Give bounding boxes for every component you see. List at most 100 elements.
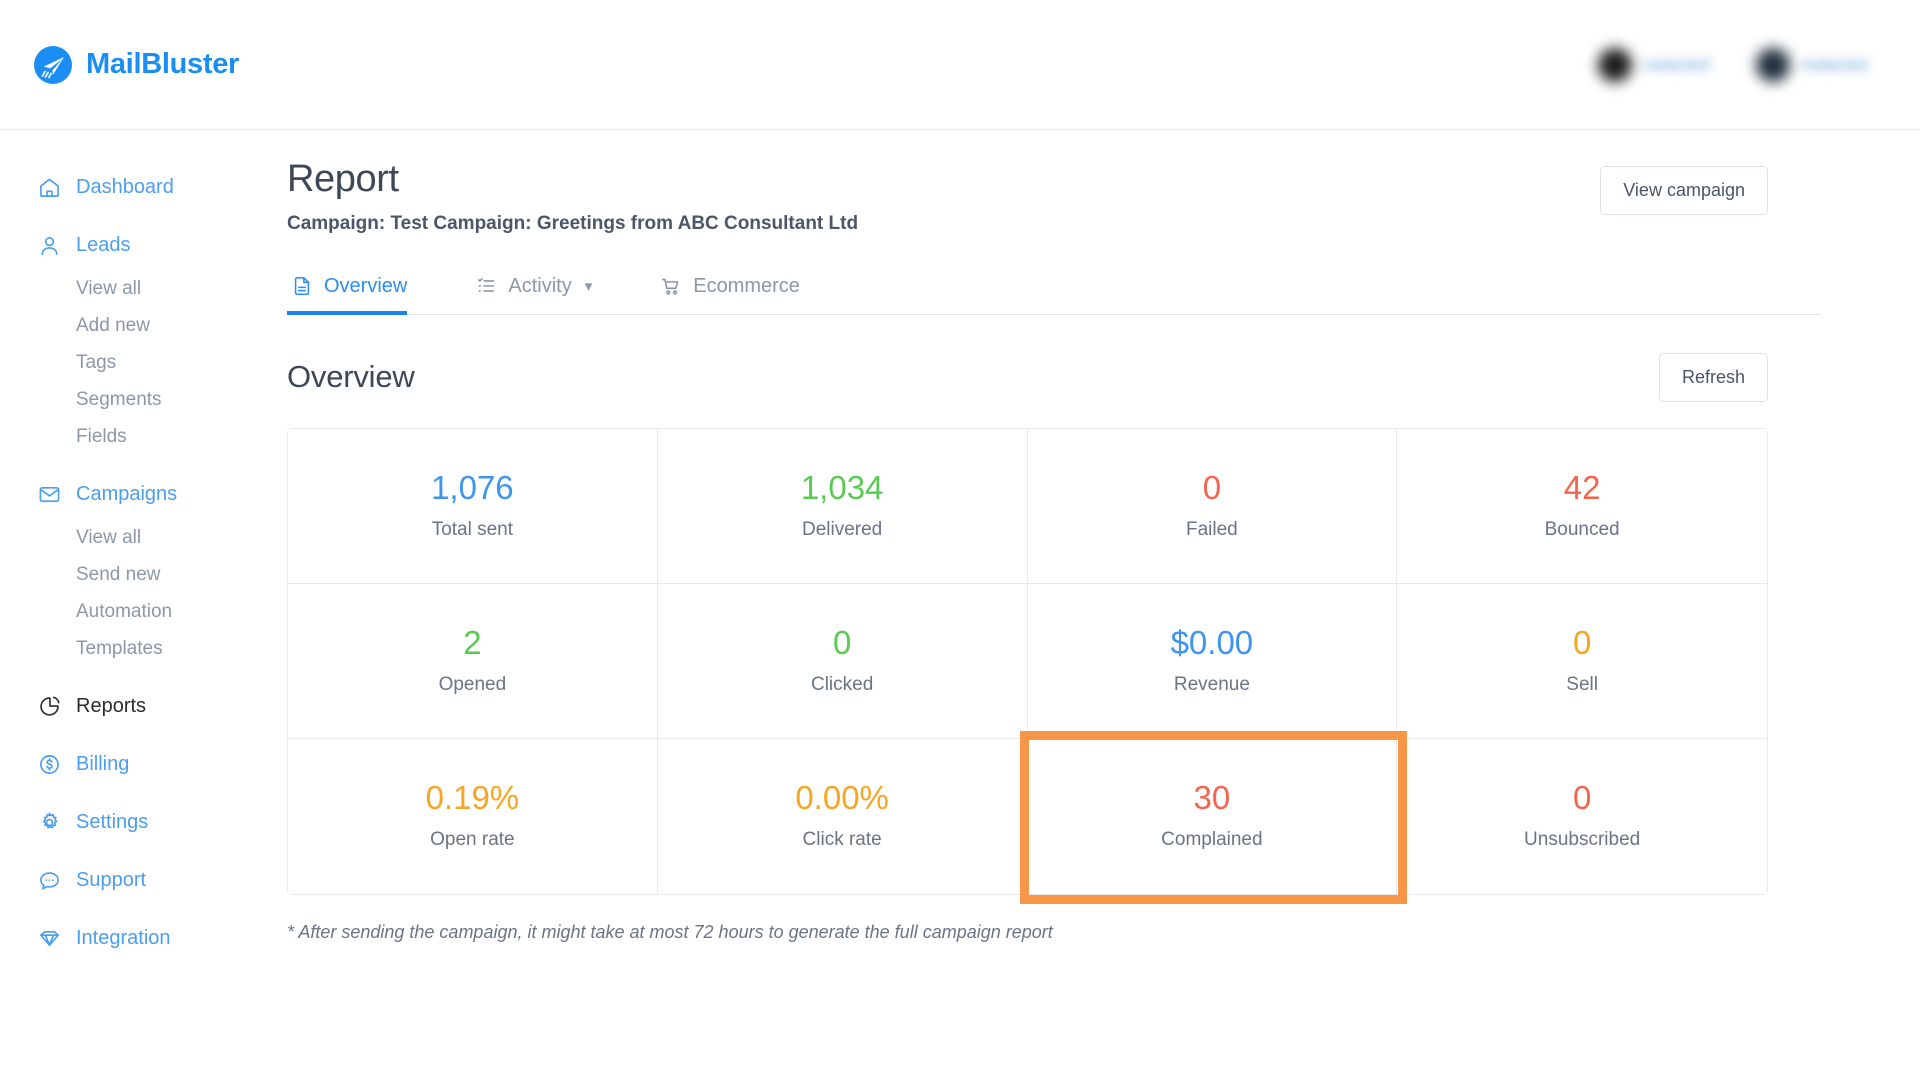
sidebar-group-support: Support xyxy=(0,855,285,905)
stat-label: Unsubscribed xyxy=(1524,829,1640,851)
stat-cell-sell: 0 Sell xyxy=(1397,584,1767,739)
overview-section-header: Overview Refresh xyxy=(287,353,1820,402)
stat-cell-failed: 0Failed xyxy=(1028,429,1398,584)
stat-label: Opened xyxy=(439,674,507,696)
stat-value: 0 xyxy=(1573,626,1591,659)
gear-icon xyxy=(38,811,61,834)
diamond-icon xyxy=(38,927,61,950)
top-bar: MailBluster redacted redacted xyxy=(0,0,1920,130)
stat-label: Delivered xyxy=(802,519,882,541)
sidebar-item-label: Leads xyxy=(76,234,131,257)
stat-value: $0.00 xyxy=(1171,626,1254,659)
sidebar-group-campaigns: Campaigns View all Send new Automation T… xyxy=(0,469,285,667)
paper-plane-icon xyxy=(34,46,72,84)
report-footnote: * After sending the campaign, it might t… xyxy=(287,922,1820,943)
user-menu[interactable]: redacted xyxy=(1756,48,1868,82)
stat-value: 1,034 xyxy=(801,471,884,504)
sidebar-item-label: Dashboard xyxy=(76,176,174,199)
stat-cell-delivered: 1,034 Delivered xyxy=(658,429,1028,584)
sidebar-item-label: Reports xyxy=(76,695,146,718)
dollar-circle-icon xyxy=(38,753,61,776)
home-icon xyxy=(38,176,61,199)
sidebar-subitem-campaigns-automation[interactable]: Automation xyxy=(0,593,285,630)
sidebar-item-label: Billing xyxy=(76,753,129,776)
stat-value: 30 xyxy=(1194,781,1231,814)
sidebar-item-label: Campaigns xyxy=(76,483,177,506)
main-content: Report Campaign: Test Campaign: Greeting… xyxy=(285,130,1920,1080)
sidebar-item-campaigns[interactable]: Campaigns xyxy=(0,469,285,519)
stat-label: Clicked xyxy=(811,674,873,696)
sidebar-item-leads[interactable]: Leads xyxy=(0,220,285,270)
view-campaign-button[interactable]: View campaign xyxy=(1600,166,1768,215)
stat-cell-total-sent: 1,076 Total sent xyxy=(288,429,658,584)
stat-cell-revenue: $0.00 Revenue xyxy=(1028,584,1398,739)
stat-cell-bounced: 42Bounced xyxy=(1397,429,1767,584)
sidebar-item-billing[interactable]: Billing xyxy=(0,739,285,789)
cart-icon xyxy=(660,275,682,297)
sidebar-group-reports: Reports xyxy=(0,681,285,731)
stat-value: 0 xyxy=(1203,471,1221,504)
user-icon xyxy=(38,234,61,257)
page-header: Report Campaign: Test Campaign: Greeting… xyxy=(287,158,1820,235)
stat-cell-clicked: 0 Clicked xyxy=(658,584,1028,739)
sidebar-subitem-campaigns-send-new[interactable]: Send new xyxy=(0,556,285,593)
campaign-subtitle: Campaign: Test Campaign: Greetings from … xyxy=(287,213,858,235)
stat-label: Click rate xyxy=(803,829,882,851)
stat-label: Complained xyxy=(1161,829,1262,851)
account-name: redacted xyxy=(1644,55,1710,75)
tab-overview[interactable]: Overview xyxy=(287,275,437,314)
sidebar-item-label: Integration xyxy=(76,927,171,950)
sidebar-subitem-leads-add-new[interactable]: Add new xyxy=(0,307,285,344)
stat-value: 0 xyxy=(833,626,851,659)
sidebar-group-leads: Leads View all Add new Tags Segments Fie… xyxy=(0,220,285,455)
tab-ecommerce[interactable]: Ecommerce xyxy=(656,275,830,314)
stat-value: 42 xyxy=(1564,471,1601,504)
sidebar-item-support[interactable]: Support xyxy=(0,855,285,905)
stat-label: Open rate xyxy=(430,829,515,851)
stat-value: 1,076 xyxy=(431,471,514,504)
page-title: Report xyxy=(287,158,858,201)
sidebar-group-billing: Billing xyxy=(0,739,285,789)
sidebar-subitem-campaigns-view-all[interactable]: View all xyxy=(0,519,285,556)
section-title: Overview xyxy=(287,359,415,395)
chevron-down-icon: ▾ xyxy=(585,277,593,295)
stat-cell-opened: 2 Opened xyxy=(288,584,658,739)
sidebar-item-label: Support xyxy=(76,869,146,892)
stat-label: Sell xyxy=(1566,674,1598,696)
sidebar-subitem-leads-view-all[interactable]: View all xyxy=(0,270,285,307)
sidebar-subitem-campaigns-templates[interactable]: Templates xyxy=(0,630,285,667)
avatar-icon xyxy=(1598,48,1632,82)
document-icon xyxy=(291,275,313,297)
stat-cell-click-rate: 0.00%Click rate xyxy=(658,739,1028,894)
stat-label: Revenue xyxy=(1174,674,1250,696)
stat-value: 0.19% xyxy=(426,781,520,814)
brand-logo[interactable]: MailBluster xyxy=(34,46,239,84)
sidebar-group-dashboard: Dashboard xyxy=(0,162,285,212)
sidebar-item-settings[interactable]: Settings xyxy=(0,797,285,847)
sidebar-item-label: Settings xyxy=(76,811,148,834)
stat-cell-open-rate: 0.19% Open rate xyxy=(288,739,658,894)
account-menu[interactable]: redacted xyxy=(1598,48,1710,82)
stat-label: Total sent xyxy=(432,519,513,541)
stat-cell-complained: 30 Complained xyxy=(1028,739,1398,894)
sidebar-subitem-leads-tags[interactable]: Tags xyxy=(0,344,285,381)
tab-label: Ecommerce xyxy=(693,275,800,298)
stat-value: 2 xyxy=(463,626,481,659)
sidebar-item-dashboard[interactable]: Dashboard xyxy=(0,162,285,212)
sidebar-subitem-leads-fields[interactable]: Fields xyxy=(0,418,285,455)
envelope-icon xyxy=(38,483,61,506)
user-name: redacted xyxy=(1802,55,1868,75)
refresh-button[interactable]: Refresh xyxy=(1659,353,1768,402)
sidebar: Dashboard Leads View all Add new Tags Se… xyxy=(0,130,285,1080)
sidebar-group-settings: Settings xyxy=(0,797,285,847)
tab-activity[interactable]: Activity ▾ xyxy=(471,275,622,314)
sidebar-group-integration: Integration xyxy=(0,913,285,963)
sidebar-item-integration[interactable]: Integration xyxy=(0,913,285,963)
tab-label: Overview xyxy=(324,275,407,298)
sidebar-subitem-leads-segments[interactable]: Segments xyxy=(0,381,285,418)
stat-value: 0 xyxy=(1573,781,1591,814)
sidebar-item-reports[interactable]: Reports xyxy=(0,681,285,731)
list-icon xyxy=(475,275,497,297)
stats-grid: 1,076 Total sent 1,034 Delivered 0Failed42Bo… xyxy=(287,428,1768,895)
pie-chart-icon xyxy=(38,695,61,718)
